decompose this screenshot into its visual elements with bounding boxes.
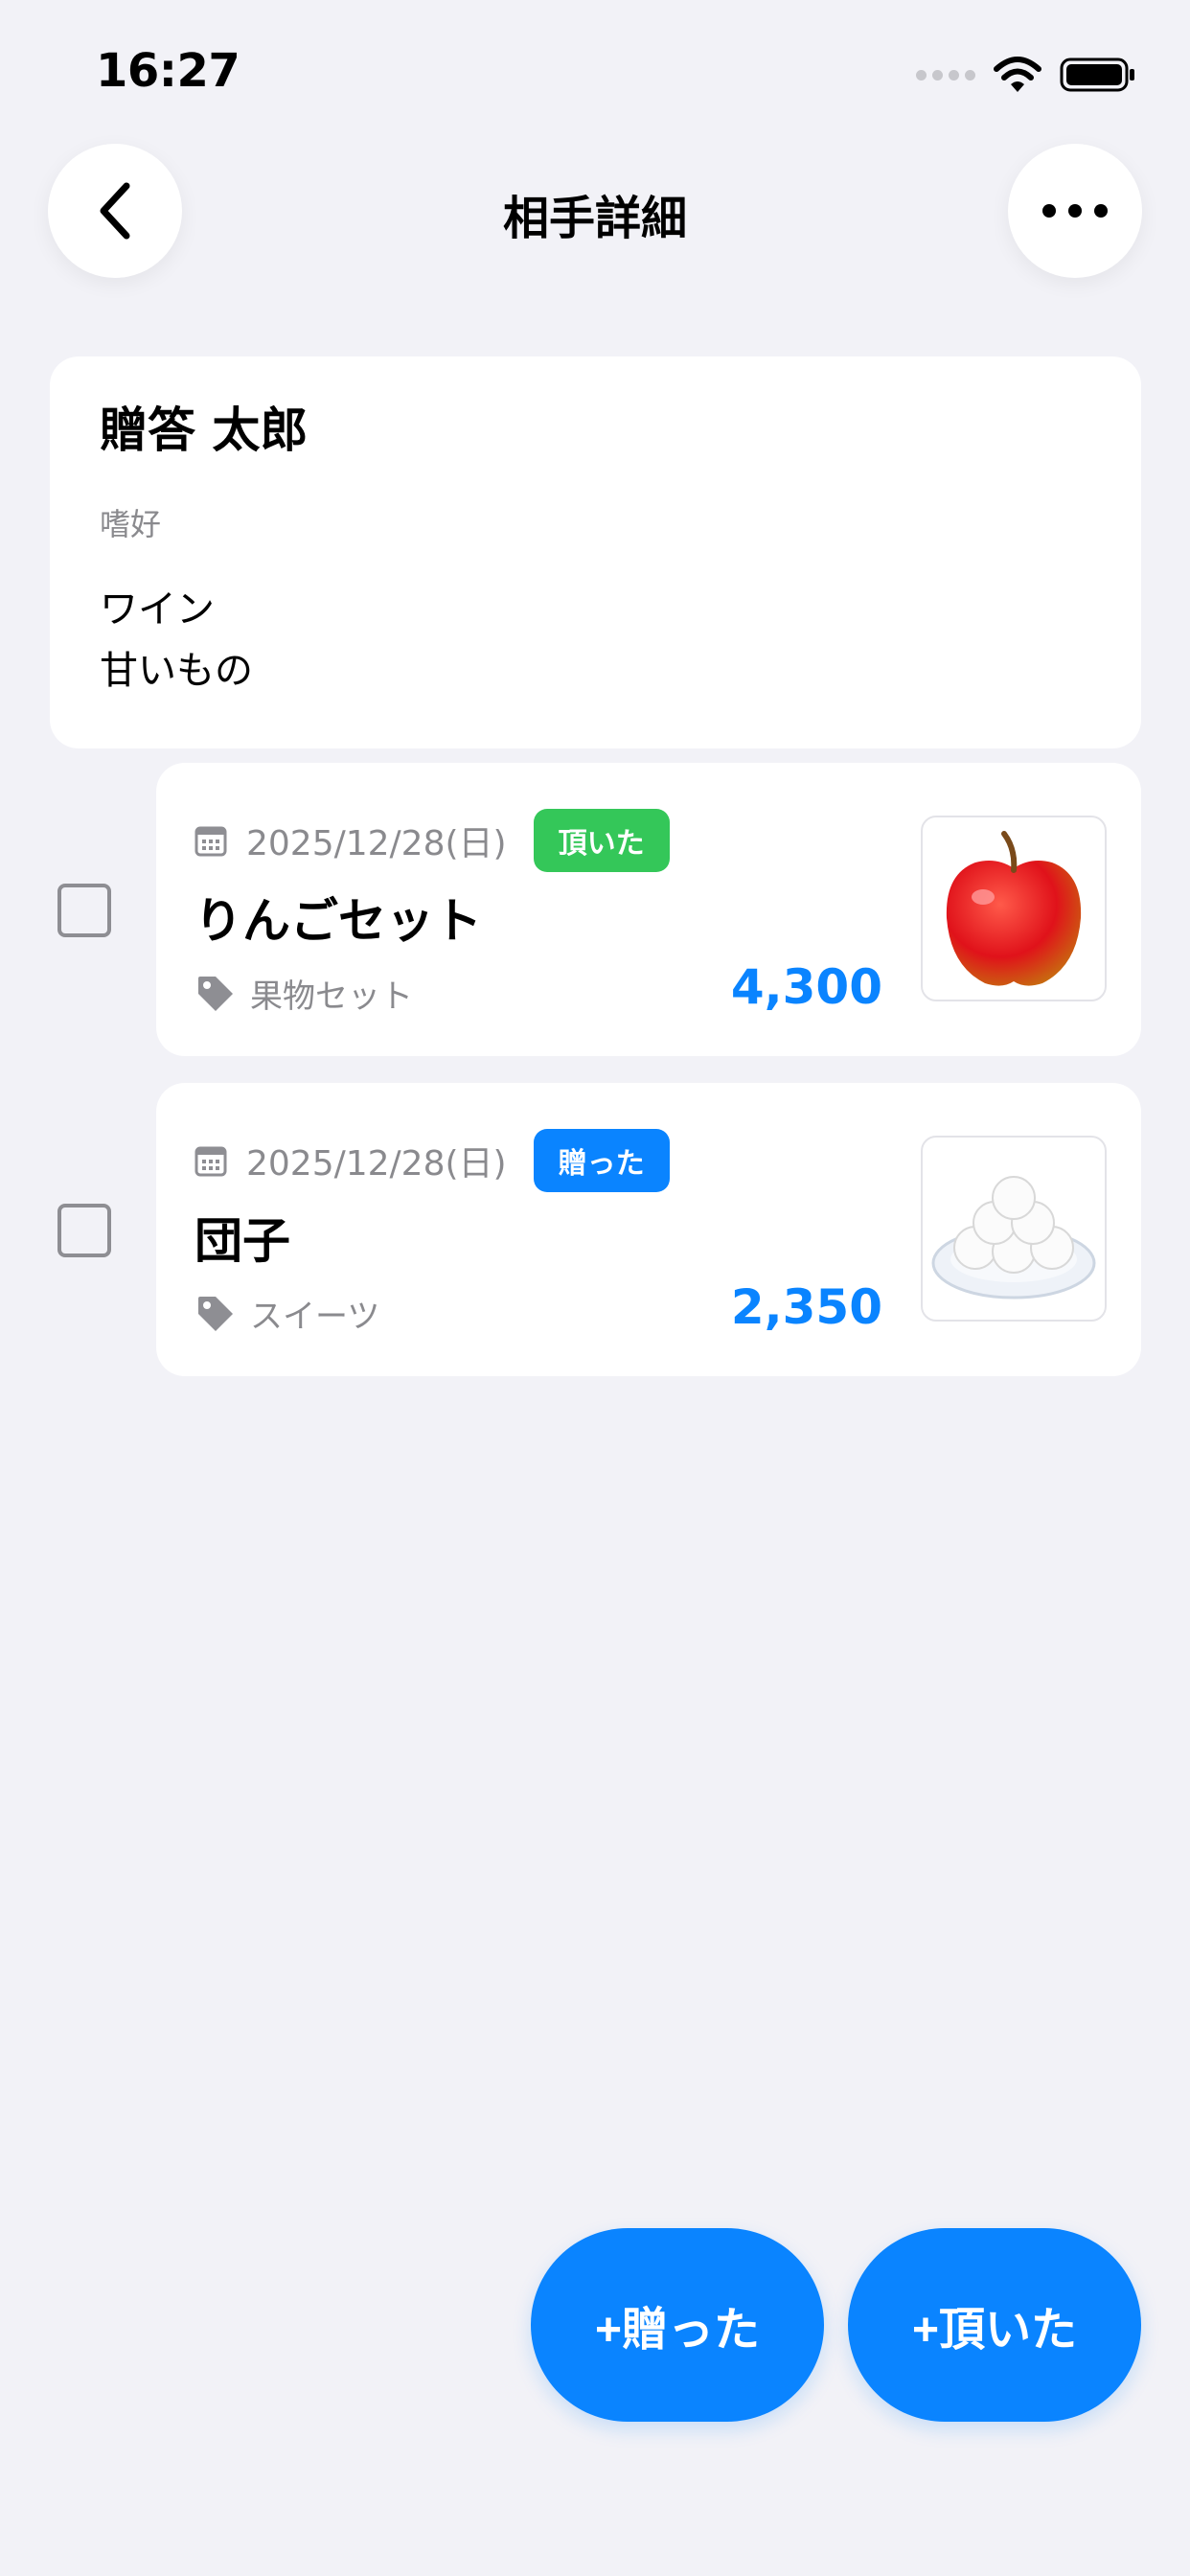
calendar-icon xyxy=(195,826,227,857)
wifi-icon xyxy=(994,57,1041,92)
record-checkbox[interactable] xyxy=(57,884,111,937)
add-gave-button[interactable]: +贈った xyxy=(531,2228,824,2422)
record-card[interactable]: 2025/12/28(日) 贈った 団子 スイーツ 2,350 xyxy=(156,1083,1141,1376)
record-title: りんごセット xyxy=(195,893,482,949)
record-category-row: 果物セット xyxy=(195,969,413,1017)
record-checkbox[interactable] xyxy=(57,1204,111,1257)
record-date-row: 2025/12/28(日) 頂いた xyxy=(195,809,670,872)
status-badge: 頂いた xyxy=(533,809,670,872)
record-thumbnail xyxy=(921,816,1107,1001)
record-amount: 2,350 xyxy=(730,1279,882,1335)
add-received-button[interactable]: +頂いた xyxy=(848,2228,1141,2422)
record-card[interactable]: 2025/12/28(日) 頂いた りんごセット 果物セット 4,300 xyxy=(156,763,1141,1056)
record-category: 果物セット xyxy=(250,977,413,1016)
calendar-icon xyxy=(195,1146,227,1177)
record-date-row: 2025/12/28(日) 贈った xyxy=(195,1129,670,1192)
record-title: 団子 xyxy=(195,1213,290,1269)
profile-card: 贈答 太郎 嗜好 ワイン 甘いもの xyxy=(50,356,1141,748)
record-thumbnail xyxy=(921,1136,1107,1322)
tag-icon xyxy=(198,977,233,1011)
preferences-text: ワイン 甘いもの xyxy=(100,587,253,693)
record-amount: 4,300 xyxy=(730,959,882,1015)
status-icons xyxy=(916,54,1136,96)
ellipsis-icon xyxy=(1042,204,1108,218)
record-date: 2025/12/28(日) xyxy=(246,1144,507,1184)
preferences-label: 嗜好 xyxy=(100,506,162,542)
record-category: スイーツ xyxy=(250,1297,380,1336)
tag-icon xyxy=(198,1297,233,1331)
status-time: 16:27 xyxy=(96,44,240,98)
contact-name: 贈答 太郎 xyxy=(100,402,309,458)
record-date: 2025/12/28(日) xyxy=(246,824,507,863)
status-badge: 贈った xyxy=(533,1129,670,1192)
more-button[interactable] xyxy=(1008,144,1142,278)
cellular-signal-icon xyxy=(916,69,975,80)
battery-icon xyxy=(1060,58,1134,92)
dango-icon xyxy=(931,1176,1096,1300)
apple-icon xyxy=(946,831,1082,986)
record-category-row: スイーツ xyxy=(195,1289,379,1337)
screen: 16:27 相手詳細 贈答 太郎 嗜好 ワイン 甘いもの 2025/12/28(… xyxy=(0,0,1190,2576)
